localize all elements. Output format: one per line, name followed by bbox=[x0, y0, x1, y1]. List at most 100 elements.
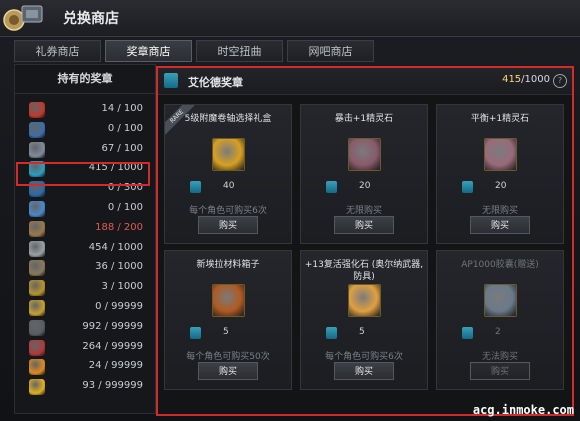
medal-shop-panel: 艾伦德奖章 415/1000 ? RARE 5级附魔卷轴选择礼盒 40 每个角色可购买… bbox=[156, 66, 574, 416]
shop-item-card: AP1000胶囊(赠送) 2 无法购买 购买 bbox=[436, 250, 564, 390]
sword-medal-icon bbox=[29, 141, 45, 158]
medal-row[interactable]: 14 / 100 bbox=[15, 101, 155, 120]
buy-button[interactable]: 购买 bbox=[334, 216, 394, 234]
medal-count: 188 / 200 bbox=[95, 221, 143, 233]
medal-row[interactable]: 454 / 1000 bbox=[15, 240, 155, 259]
gold-crest-medal-icon bbox=[29, 280, 45, 297]
buy-button: 购买 bbox=[470, 362, 530, 380]
item-price: 5 bbox=[223, 327, 229, 337]
item-purchase-limit: 每个角色可购买6次 bbox=[189, 206, 267, 216]
gold-laurel-medal-icon bbox=[29, 300, 45, 316]
item-purchase-limit: 无法购买 bbox=[481, 352, 518, 362]
red-gem-medal-icon bbox=[29, 339, 45, 356]
elven-medal-icon bbox=[190, 327, 201, 339]
item-name: 暴击+1精灵石 bbox=[334, 114, 394, 124]
shop-item-card: 暴击+1精灵石 20 无限购买 购买 bbox=[300, 104, 428, 244]
item-price: 20 bbox=[359, 181, 371, 191]
elven-medal-icon bbox=[190, 181, 201, 193]
spirit-stone-icon[interactable] bbox=[484, 138, 517, 171]
capsule-icon[interactable] bbox=[484, 284, 517, 317]
spirit-stone-icon[interactable] bbox=[348, 138, 381, 171]
item-purchase-limit: 无限购买 bbox=[345, 206, 382, 216]
medal-count: 36 / 1000 bbox=[95, 261, 143, 273]
elven-medal-icon bbox=[462, 181, 473, 193]
medal-count: 14 / 100 bbox=[101, 103, 143, 114]
medal-row[interactable]: 0 / 99999 bbox=[15, 299, 155, 318]
revival-stone-icon[interactable] bbox=[348, 284, 381, 317]
medal-row[interactable]: 36 / 1000 bbox=[15, 259, 155, 278]
material-box-icon[interactable] bbox=[212, 284, 245, 317]
shop-window: 兑换商店 礼券商店 奖章商店 时空扭曲 网吧商店 持有的奖章 14 / 100 0… bbox=[0, 0, 580, 421]
tab-coupon-shop[interactable]: 礼券商店 bbox=[14, 40, 101, 62]
item-name: AP1000胶囊(赠送) bbox=[461, 260, 539, 270]
shop-item-card: 平衡+1精灵石 20 无限购买 购买 bbox=[436, 104, 564, 244]
shop-item-card: +13复活强化石 (奥尔纳武器, 防具) 5 每个角色可购买6次 购买 bbox=[300, 250, 428, 390]
medal-count: 454 / 1000 bbox=[88, 241, 143, 253]
shop-item-card: 新埃拉材料箱子 5 每个角色可购买50次 购买 bbox=[164, 250, 292, 390]
selected-medal-owned: 415 bbox=[502, 74, 522, 85]
item-price: 2 bbox=[495, 327, 501, 337]
gold-coin-medal-icon bbox=[29, 379, 45, 396]
blue-emblem-medal-icon bbox=[29, 201, 45, 217]
medal-count: 0 / 100 bbox=[107, 202, 143, 213]
medal-count: 3 / 1000 bbox=[101, 281, 143, 293]
elven-medal-icon bbox=[164, 73, 178, 88]
selected-medal-count: 415/1000 bbox=[502, 74, 550, 85]
silver-shield-medal-icon bbox=[29, 240, 45, 257]
owned-medals-header: 持有的奖章 bbox=[15, 65, 155, 94]
winged-shield-medal-icon bbox=[29, 260, 45, 277]
blue-wing-medal-icon bbox=[29, 121, 45, 138]
shop-item-card: RARE 5级附魔卷轴选择礼盒 40 每个角色可购买6次 购买 bbox=[164, 104, 292, 244]
buy-button[interactable]: 购买 bbox=[198, 216, 258, 234]
medal-row[interactable]: 264 / 99999 bbox=[15, 339, 155, 358]
orange-face-medal-icon bbox=[29, 359, 45, 376]
medal-row[interactable]: 24 / 99999 bbox=[15, 358, 155, 377]
selected-medal-name: 艾伦德奖章 bbox=[188, 76, 243, 89]
elven-medal-icon bbox=[462, 327, 473, 339]
medal-count: 264 / 99999 bbox=[82, 340, 143, 352]
selected-medal-max: 1000 bbox=[524, 74, 550, 85]
medal-row[interactable]: 3 / 1000 bbox=[15, 279, 155, 298]
gift-box-icon[interactable] bbox=[212, 138, 245, 171]
selected-medal-highlight bbox=[16, 162, 150, 186]
buy-button[interactable]: 购买 bbox=[470, 216, 530, 234]
elven-medal-icon bbox=[326, 181, 337, 193]
item-purchase-limit: 每个角色可购买6次 bbox=[325, 352, 403, 362]
item-purchase-limit: 无限购买 bbox=[481, 206, 518, 216]
item-name: +13复活强化石 (奥尔纳武器, 防具) bbox=[304, 260, 424, 282]
buy-button[interactable]: 购买 bbox=[334, 362, 394, 380]
item-price: 40 bbox=[223, 181, 235, 191]
selected-medal-header: 艾伦德奖章 415/1000 ? bbox=[158, 68, 572, 95]
item-name: 5级附魔卷轴选择礼盒 bbox=[184, 114, 272, 124]
medal-row[interactable]: 93 / 999999 bbox=[15, 378, 155, 397]
shop-tabs: 礼券商店 奖章商店 时空扭曲 网吧商店 bbox=[14, 40, 378, 62]
title-bar: 兑换商店 bbox=[0, 0, 580, 37]
tab-medal-shop[interactable]: 奖章商店 bbox=[105, 40, 192, 62]
item-price: 5 bbox=[359, 327, 365, 337]
item-name: 新埃拉材料箱子 bbox=[196, 260, 260, 270]
item-name: 平衡+1精灵石 bbox=[470, 114, 530, 124]
buy-button[interactable]: 购买 bbox=[198, 362, 258, 380]
medal-row[interactable]: 67 / 100 bbox=[15, 141, 155, 160]
item-price: 20 bbox=[495, 181, 507, 191]
medal-row[interactable]: 0 / 100 bbox=[15, 121, 155, 140]
medal-count: 67 / 100 bbox=[101, 142, 143, 154]
tab-netcafe-shop[interactable]: 网吧商店 bbox=[287, 40, 374, 62]
medal-row[interactable]: 992 / 99999 bbox=[15, 319, 155, 338]
dark-shield-medal-icon bbox=[29, 319, 45, 336]
medal-count: 0 / 99999 bbox=[95, 301, 143, 312]
shop-icon bbox=[2, 2, 44, 34]
bronze-medal-icon bbox=[29, 220, 45, 237]
medal-count: 0 / 100 bbox=[107, 122, 143, 134]
medal-row[interactable]: 188 / 200 bbox=[15, 220, 155, 239]
red-orb-medal-icon bbox=[29, 102, 45, 118]
watermark-text: acg.inmoke.com bbox=[472, 403, 574, 417]
help-icon[interactable]: ? bbox=[553, 74, 567, 88]
medal-count: 93 / 999999 bbox=[82, 380, 143, 392]
elven-medal-icon bbox=[326, 327, 337, 339]
medal-count: 24 / 99999 bbox=[88, 360, 143, 372]
medal-row[interactable]: 0 / 100 bbox=[15, 200, 155, 219]
medal-count: 992 / 99999 bbox=[82, 320, 143, 332]
owned-medals-panel: 持有的奖章 14 / 100 0 / 100 67 / 100 415 / 1000 0… bbox=[14, 64, 156, 414]
tab-time-warp[interactable]: 时空扭曲 bbox=[196, 40, 283, 62]
